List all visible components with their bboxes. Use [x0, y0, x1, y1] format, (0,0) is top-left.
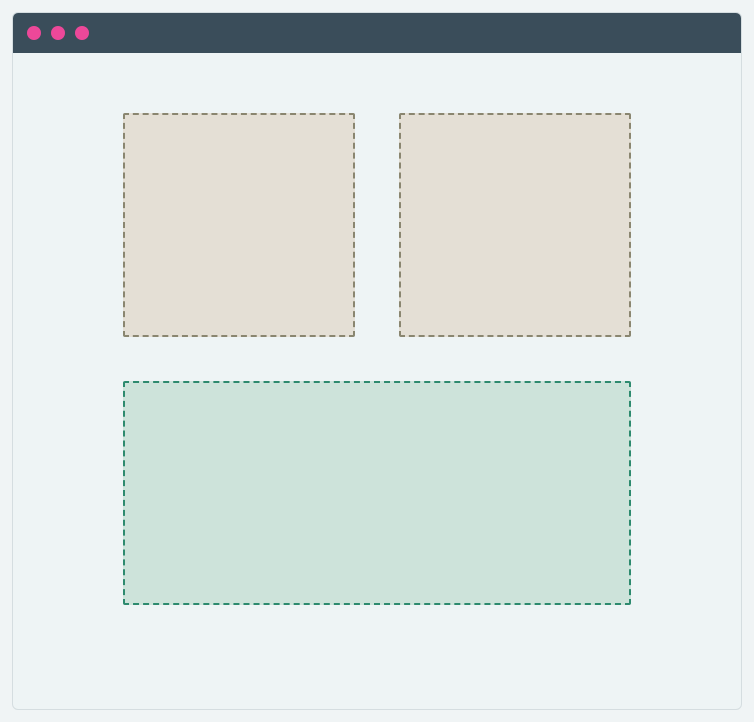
window-control-close-icon[interactable]	[27, 26, 41, 40]
window-control-minimize-icon[interactable]	[51, 26, 65, 40]
window-control-maximize-icon[interactable]	[75, 26, 89, 40]
placeholder-box-top-left	[123, 113, 355, 337]
window-content	[13, 53, 741, 709]
placeholder-box-bottom	[123, 381, 631, 605]
browser-window	[12, 12, 742, 710]
window-titlebar	[13, 13, 741, 53]
placeholder-box-top-right	[399, 113, 631, 337]
layout-top-row	[113, 113, 641, 337]
